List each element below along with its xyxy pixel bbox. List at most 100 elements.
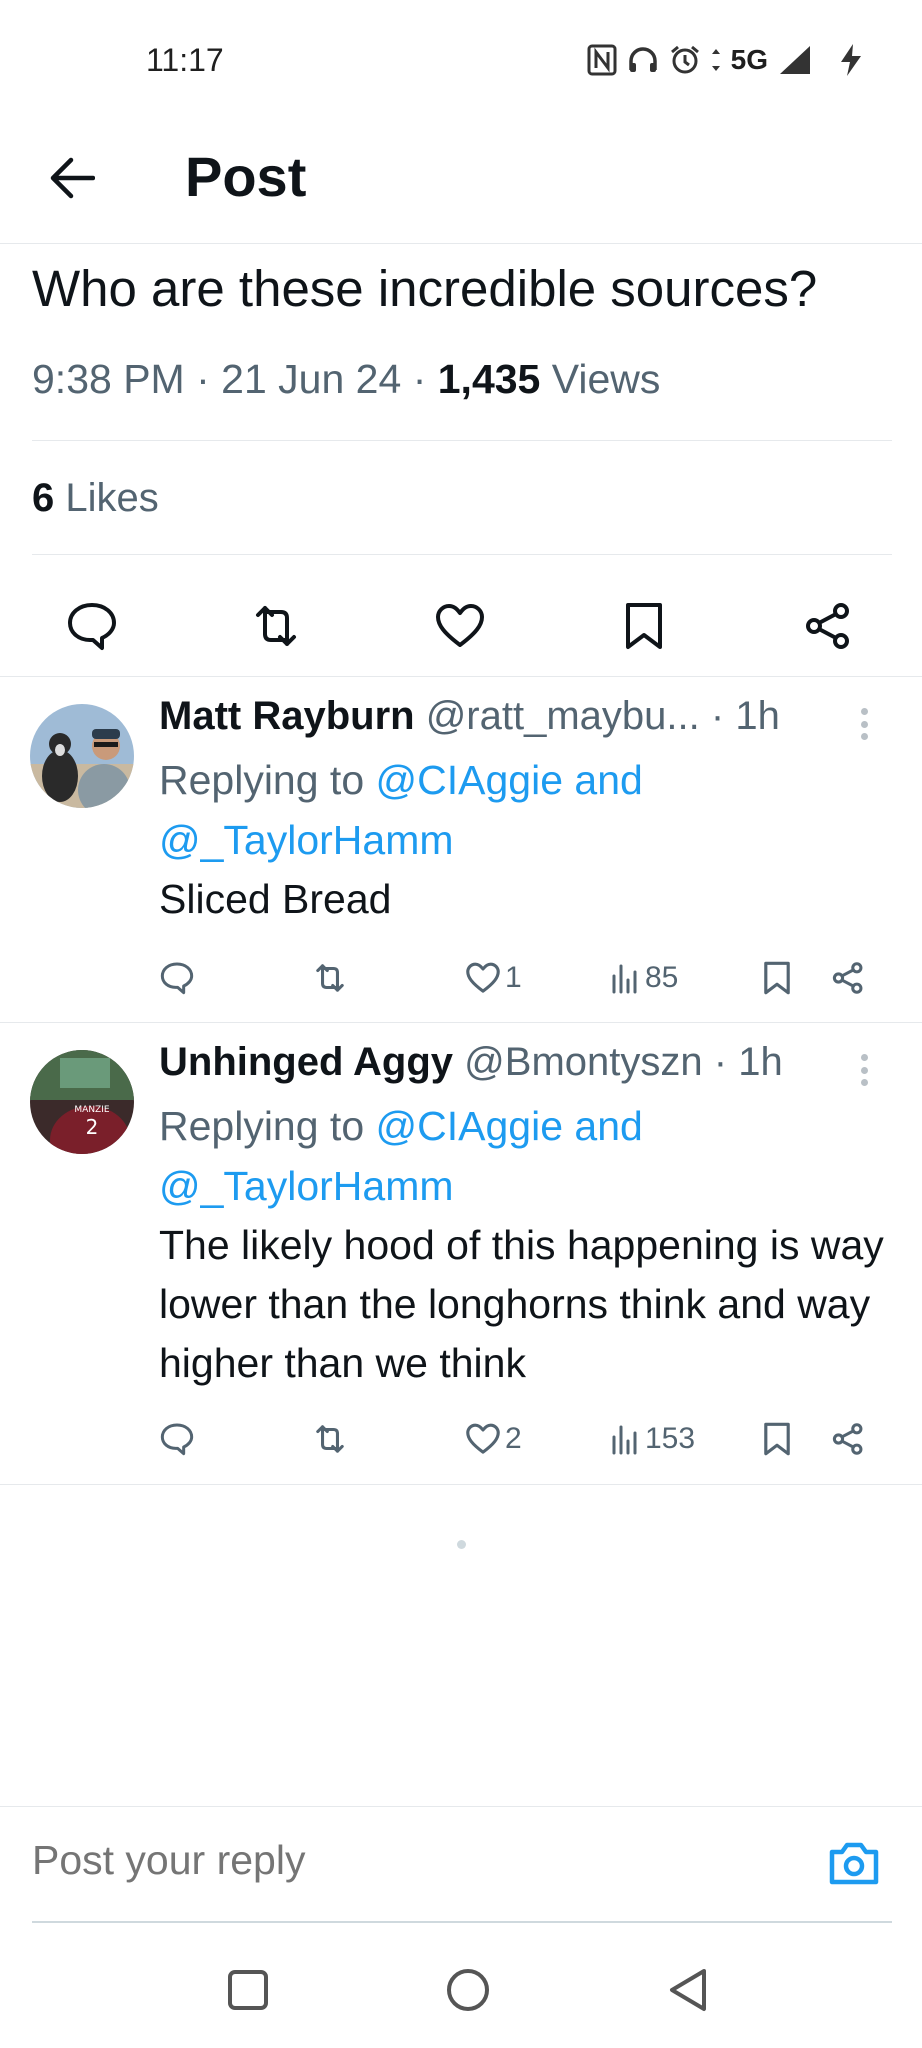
repost-button[interactable]: [311, 953, 349, 1003]
reply-icon: [68, 603, 116, 650]
recents-square-icon: [228, 1970, 268, 2010]
reply-icon: [160, 1423, 194, 1456]
meta-separator: ·: [412, 356, 427, 402]
bookmark-icon: [764, 961, 790, 995]
post-text: Who are these incredible sources?: [32, 260, 818, 317]
home-button[interactable]: [438, 1960, 498, 2020]
bookmark-button[interactable]: [763, 953, 791, 1003]
reply-item[interactable]: Matt Rayburn @ratt_maybu... · 1h Replyin…: [0, 676, 922, 1022]
reply-text: Sliced Bread: [159, 876, 392, 922]
share-icon: [832, 1423, 863, 1455]
share-button[interactable]: [790, 588, 866, 664]
likes-row[interactable]: 6 Likes: [32, 476, 159, 521]
share-button[interactable]: [831, 1414, 865, 1464]
author-handle[interactable]: @ratt_maybu...: [426, 694, 700, 738]
mention-link[interactable]: @CIAggie and: [376, 1103, 643, 1149]
svg-text:MANZIE: MANZIE: [74, 1105, 109, 1115]
like-button[interactable]: 1: [465, 953, 522, 1003]
post-meta: 9:38 PM · 21 Jun 24 · 1,435 Views: [32, 356, 660, 403]
repost-icon: [316, 1425, 344, 1453]
reply-header: Matt Rayburn @ratt_maybu... · 1h: [159, 694, 780, 739]
bookmark-button[interactable]: [606, 588, 682, 664]
divider: [32, 554, 892, 555]
reply-action-bar: 2 153: [159, 1414, 899, 1464]
reply-time: 1h: [735, 694, 780, 738]
like-count: 2: [505, 1422, 522, 1455]
author-name[interactable]: Matt Rayburn: [159, 694, 415, 738]
repost-icon: [316, 964, 344, 992]
dot: [860, 1066, 868, 1074]
status-icons: 5G: [587, 40, 864, 80]
input-underline: [32, 1921, 892, 1923]
header: Post: [0, 120, 922, 244]
views-button[interactable]: 153: [611, 1414, 695, 1464]
signal-icon: [778, 44, 812, 76]
repost-button[interactable]: [311, 1414, 349, 1464]
reply-item[interactable]: MANZIE 2 Unhinged Aggy @Bmontyszn · 1h R…: [0, 1022, 922, 1484]
repost-button[interactable]: [238, 588, 314, 664]
charging-icon: [838, 42, 864, 78]
status-time: 11:17: [146, 42, 224, 78]
divider: [0, 1484, 922, 1485]
replying-to: Replying to @CIAggie and @_TaylorHamm: [159, 1096, 643, 1216]
reply-text: The likely hood of this happening is way…: [159, 1222, 884, 1386]
loading-indicator: [457, 1540, 466, 1549]
dot: [860, 733, 868, 740]
mention-link[interactable]: @_TaylorHamm: [159, 817, 454, 863]
meta-separator: ·: [710, 694, 725, 738]
arrow-left-icon: [50, 157, 95, 199]
avatar[interactable]: MANZIE 2: [30, 1050, 134, 1154]
like-button[interactable]: 2: [465, 1414, 522, 1464]
like-icon: [466, 962, 500, 993]
views-count: 153: [645, 1422, 696, 1455]
views-count: 1,435: [437, 356, 541, 402]
reply-time: 1h: [738, 1040, 783, 1084]
dot: [860, 1079, 868, 1086]
reply-button[interactable]: [159, 1414, 195, 1464]
mention-link[interactable]: @_TaylorHamm: [159, 1163, 454, 1209]
network-label: 5G: [730, 44, 768, 75]
camera-button[interactable]: [824, 1835, 884, 1891]
more-options-button[interactable]: [854, 704, 874, 744]
alarm-icon: [669, 44, 701, 76]
replying-to: Replying to @CIAggie and @_TaylorHamm: [159, 750, 643, 870]
mention-link[interactable]: @CIAggie and: [376, 757, 643, 803]
system-nav-bar: [0, 1930, 922, 2048]
recents-button[interactable]: [218, 1960, 278, 2020]
status-bar: 11:17 5G: [0, 0, 922, 120]
post-action-bar: [0, 576, 922, 676]
share-button[interactable]: [831, 953, 865, 1003]
meta-separator: ·: [713, 1040, 728, 1084]
home-circle-icon: [447, 1969, 489, 2011]
meta-separator: ·: [196, 356, 210, 402]
reply-icon: [160, 962, 194, 995]
system-back-button[interactable]: [658, 1960, 718, 2020]
back-button[interactable]: [40, 146, 104, 210]
views-label: Views: [551, 356, 661, 402]
reply-action-bar: 1 85: [159, 953, 899, 1003]
like-icon: [436, 604, 484, 647]
post-date[interactable]: 21 Jun 24: [221, 356, 401, 402]
likes-count: 6: [32, 476, 55, 520]
views-button[interactable]: 85: [611, 953, 678, 1003]
reply-input[interactable]: [32, 1837, 792, 1884]
share-icon: [832, 962, 863, 994]
reply-header: Unhinged Aggy @Bmontyszn · 1h: [159, 1040, 783, 1085]
views-icon: [612, 964, 637, 994]
more-options-button[interactable]: [854, 1050, 874, 1090]
author-handle[interactable]: @Bmontyszn: [464, 1040, 702, 1084]
headphones-icon: [627, 44, 659, 76]
post-time[interactable]: 9:38 PM: [32, 356, 185, 402]
dot: [860, 1054, 868, 1061]
reply-button[interactable]: [159, 953, 195, 1003]
replying-prefix: Replying to: [159, 1103, 376, 1149]
reply-button[interactable]: [54, 588, 130, 664]
dot: [860, 708, 868, 715]
author-name[interactable]: Unhinged Aggy: [159, 1040, 453, 1084]
replying-prefix: Replying to: [159, 757, 376, 803]
avatar[interactable]: [30, 704, 134, 808]
nfc-icon: [587, 44, 617, 76]
bookmark-button[interactable]: [763, 1414, 791, 1464]
like-button[interactable]: [422, 588, 498, 664]
likes-label: Likes: [65, 476, 159, 520]
